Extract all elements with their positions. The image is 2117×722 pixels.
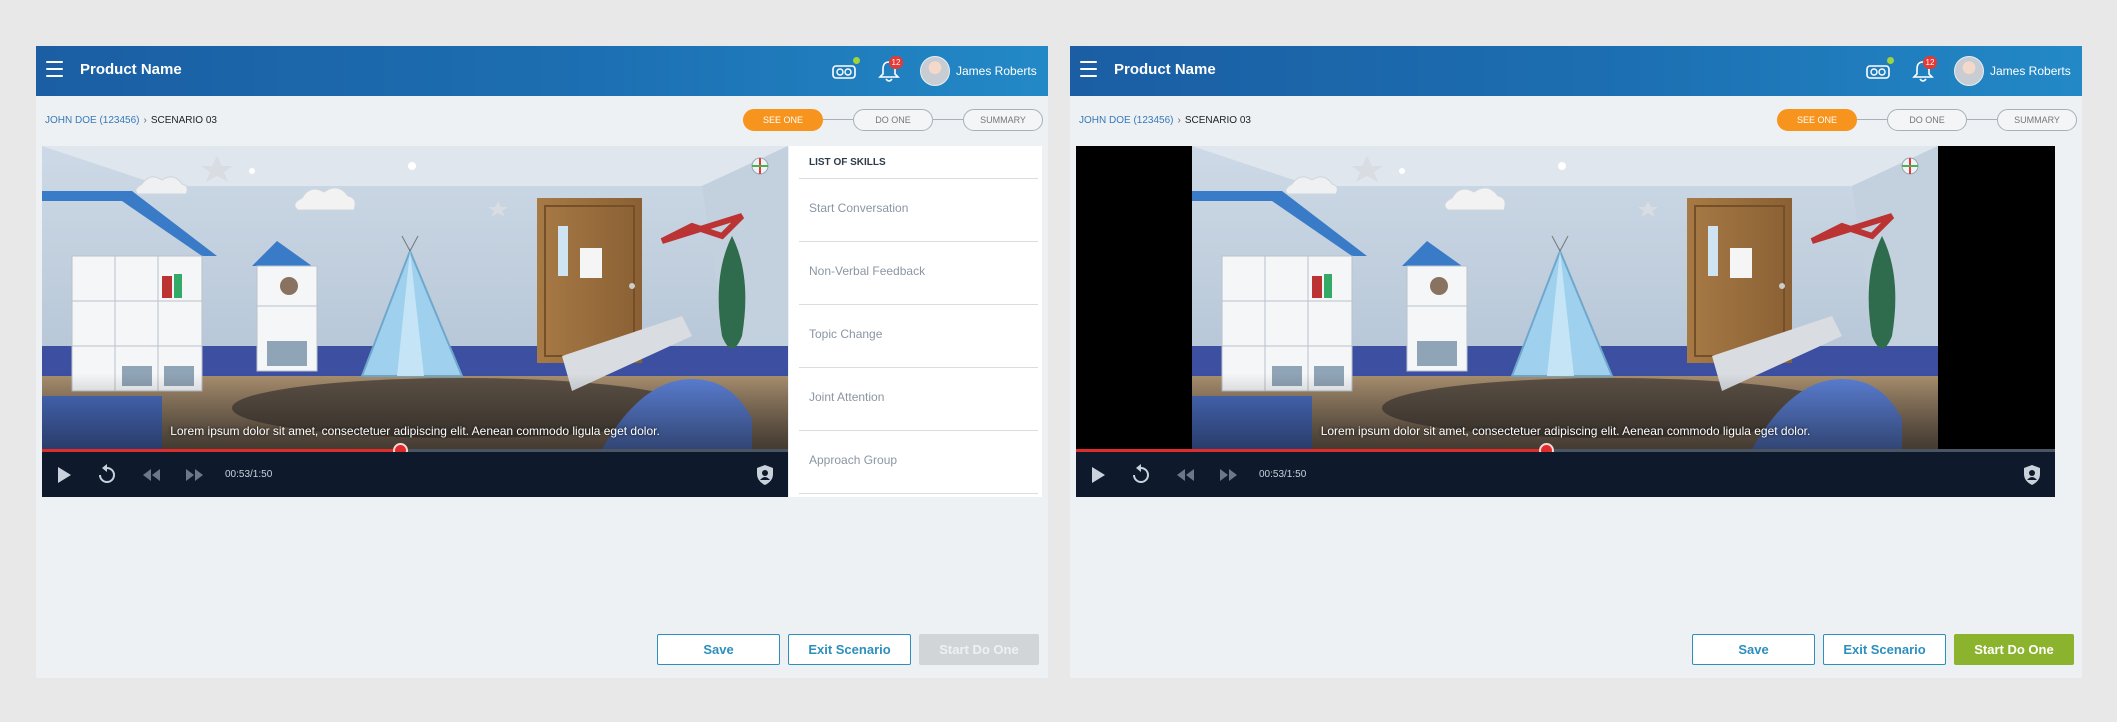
- skill-label: Approach Group: [809, 453, 898, 467]
- app-header: Product Name 12 James Roberts: [1070, 46, 2082, 96]
- rewind-icon[interactable]: [1174, 464, 1196, 486]
- breadcrumb-scenario: SCENARIO 03: [150, 115, 217, 126]
- play-icon[interactable]: [52, 464, 74, 486]
- breadcrumb-patient-link[interactable]: JOHN DOE (123456): [1079, 115, 1173, 126]
- step-connector: [933, 119, 963, 120]
- letterbox-right: [1938, 146, 2055, 449]
- skills-panel: LIST OF SKILLS Start Conversation Non-Ve…: [789, 146, 1042, 497]
- chevron-right-icon: ›: [143, 115, 147, 126]
- notification-badge: 12: [889, 56, 903, 69]
- skill-label: Start Conversation: [809, 201, 909, 215]
- replay-icon[interactable]: [96, 464, 118, 486]
- avatar[interactable]: [1954, 56, 1984, 86]
- step-see-one[interactable]: SEE ONE: [743, 109, 823, 131]
- breadcrumb-scenario: SCENARIO 03: [1184, 115, 1251, 126]
- exit-scenario-button[interactable]: Exit Scenario: [1823, 634, 1946, 665]
- shield-user-icon[interactable]: [754, 464, 776, 486]
- skill-item-non-verbal-feedback[interactable]: Non-Verbal Feedback: [799, 242, 1038, 305]
- play-icon[interactable]: [1086, 464, 1108, 486]
- save-button[interactable]: Save: [1692, 634, 1815, 665]
- video-caption: Lorem ipsum dolor sit amet, consectetuer…: [1320, 424, 1811, 438]
- step-see-one[interactable]: SEE ONE: [1777, 109, 1857, 131]
- letterbox-left: [1076, 146, 1192, 449]
- screen-panel-see-one-fullwidth: Product Name 12 James Roberts JOHN DOE (…: [1070, 46, 2082, 678]
- skill-item-approach-group[interactable]: Approach Group: [799, 431, 1038, 494]
- time-display: 00:53/1:50: [1259, 469, 1307, 480]
- breadcrumb: JOHN DOE (123456) › SCENARIO 03: [45, 115, 217, 126]
- start-do-one-button[interactable]: Start Do One: [1954, 634, 2074, 665]
- skill-item-start-conversation[interactable]: Start Conversation: [799, 179, 1038, 242]
- step-connector: [1857, 119, 1887, 120]
- hamburger-menu-icon[interactable]: [1080, 61, 1097, 77]
- video-frame[interactable]: [42, 146, 788, 449]
- fast-forward-icon[interactable]: [1218, 464, 1240, 486]
- step-do-one[interactable]: DO ONE: [853, 109, 933, 131]
- step-do-one[interactable]: DO ONE: [1887, 109, 1967, 131]
- breadcrumb: JOHN DOE (123456) › SCENARIO 03: [1079, 115, 1251, 126]
- video-caption: Lorem ipsum dolor sit amet, consectetuer…: [170, 424, 660, 438]
- screen-panel-see-one: Product Name 12 James Roberts JOHN DOE (…: [36, 46, 1048, 678]
- skill-label: Topic Change: [809, 327, 883, 341]
- skills-header: LIST OF SKILLS: [809, 157, 886, 168]
- user-name[interactable]: James Roberts: [1990, 64, 2071, 78]
- skill-label: Non-Verbal Feedback: [809, 264, 926, 278]
- room-scene-image: [42, 146, 788, 449]
- vr-headset-icon[interactable]: [1865, 60, 1891, 82]
- step-connector: [823, 119, 853, 120]
- skill-label: Joint Attention: [809, 390, 885, 404]
- app-header: Product Name 12 James Roberts: [36, 46, 1048, 96]
- breadcrumb-patient-link[interactable]: JOHN DOE (123456): [45, 115, 139, 126]
- chevron-right-icon: ›: [1177, 115, 1181, 126]
- player-controls: 00:53/1:50: [1076, 452, 2055, 497]
- vr-status-dot: [853, 57, 860, 64]
- shield-user-icon[interactable]: [2021, 464, 2043, 486]
- step-summary[interactable]: SUMMARY: [1997, 109, 2077, 131]
- video-frame[interactable]: [1076, 146, 2055, 449]
- start-do-one-button: Start Do One: [919, 634, 1039, 665]
- app-title: Product Name: [80, 61, 182, 78]
- skill-item-joint-attention[interactable]: Joint Attention: [799, 368, 1038, 431]
- rewind-icon[interactable]: [140, 464, 162, 486]
- vr-headset-icon[interactable]: [831, 60, 857, 82]
- user-name[interactable]: James Roberts: [956, 64, 1037, 78]
- skill-item-topic-change[interactable]: Topic Change: [799, 305, 1038, 368]
- step-progress: SEE ONE DO ONE SUMMARY: [743, 109, 1043, 131]
- exit-scenario-button[interactable]: Exit Scenario: [788, 634, 911, 665]
- video-player: Lorem ipsum dolor sit amet, consectetuer…: [1076, 146, 2055, 497]
- video-player: Lorem ipsum dolor sit amet, consectetuer…: [42, 146, 788, 497]
- step-progress: SEE ONE DO ONE SUMMARY: [1777, 109, 2077, 131]
- save-button[interactable]: Save: [657, 634, 780, 665]
- step-connector: [1967, 119, 1997, 120]
- fast-forward-icon[interactable]: [184, 464, 206, 486]
- step-summary[interactable]: SUMMARY: [963, 109, 1043, 131]
- room-scene-image: [1192, 146, 1938, 449]
- notification-badge: 12: [1923, 56, 1937, 69]
- time-display: 00:53/1:50: [225, 469, 273, 480]
- player-controls: 00:53/1:50: [42, 452, 788, 497]
- vr-status-dot: [1887, 57, 1894, 64]
- hamburger-menu-icon[interactable]: [46, 61, 63, 77]
- replay-icon[interactable]: [1130, 464, 1152, 486]
- app-title: Product Name: [1114, 61, 1216, 78]
- avatar[interactable]: [920, 56, 950, 86]
